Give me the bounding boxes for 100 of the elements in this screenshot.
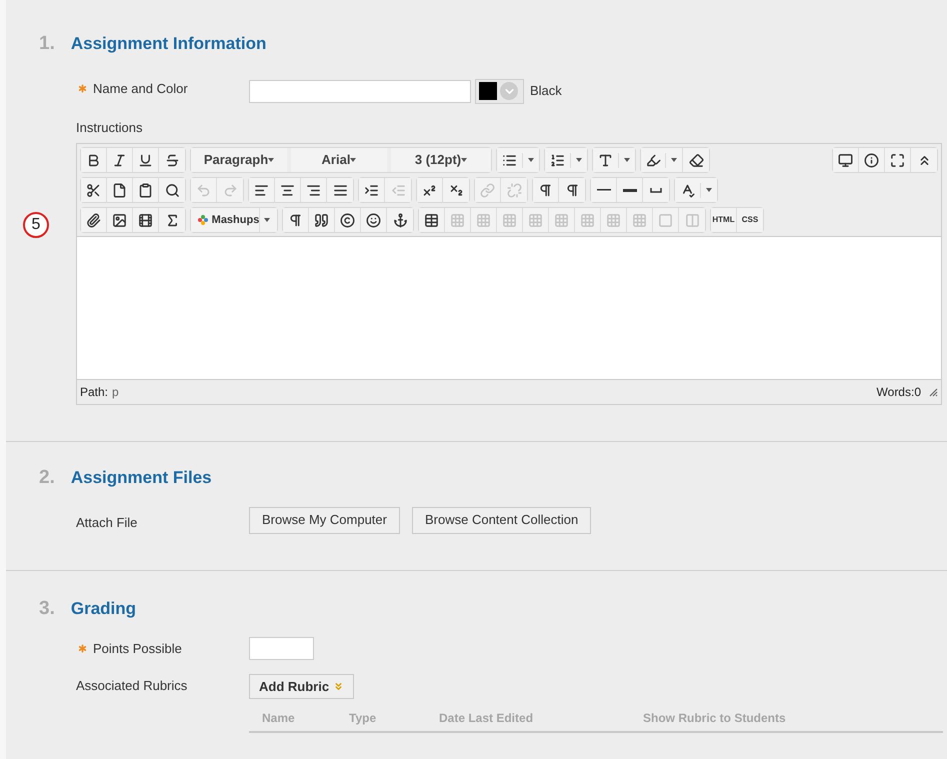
monitor-button[interactable] [833,148,859,172]
unlink-icon [506,182,522,198]
link-icon [480,182,495,198]
pilcrow-button[interactable] [533,178,559,202]
italic-icon [112,152,127,168]
field-label: Points Possible [93,640,182,658]
table-cells-icon [476,212,491,228]
highlighter-dropdown[interactable] [641,148,683,172]
pilcrow-icon [538,182,553,198]
caret-icon [461,158,468,162]
double-chevron-icon [333,681,344,692]
square-icon [658,212,673,228]
fullscreen-button[interactable] [885,148,911,172]
caret-icon [671,158,678,162]
pilcrow-icon [564,182,580,198]
pilcrow-button[interactable] [283,208,309,232]
bold-icon [86,152,101,168]
format-select[interactable]: Paragraph [191,148,291,172]
name-field[interactable] [249,80,471,102]
undo-icon [196,182,211,198]
step-badge: 5 [23,212,49,238]
image-icon [112,212,127,228]
field-label: Attach File [76,514,138,532]
indent-button[interactable] [359,178,385,202]
resize-handle-icon[interactable] [929,388,938,396]
paperclip-button[interactable] [81,208,107,232]
align-center-icon [280,182,295,198]
caret-icon [268,158,274,162]
caret-icon [528,158,534,162]
fullscreen-icon [890,152,905,168]
superscript-button[interactable] [417,178,443,202]
info-button[interactable] [859,148,885,172]
caret-icon [264,218,270,222]
clipboard-icon [138,182,153,198]
path-value: p [112,384,119,401]
bold-button[interactable] [81,148,107,172]
eraser-icon [688,152,704,168]
line-icon [596,189,610,191]
table-cells-icon [554,212,569,228]
search-icon [164,182,180,198]
browse-button[interactable]: Browse Content Collection [412,506,592,534]
collapse-button[interactable] [911,148,937,172]
paperclip-icon [86,212,101,228]
line-button[interactable] [591,178,617,202]
points-field[interactable] [249,637,314,660]
scissors-icon [86,182,101,198]
add-rubric-button[interactable]: Add Rubric [249,674,354,699]
page-icon [112,182,127,198]
table-cells-icon [632,212,647,228]
align-left-icon [254,182,269,198]
film-icon [138,212,153,228]
table-cells-icon [606,212,621,228]
table-button[interactable] [419,208,445,232]
caret-icon [350,158,356,162]
monitor-icon [838,152,853,168]
caret-icon [706,188,712,192]
step-number: 2. [39,466,55,490]
column-header: Type [349,710,378,727]
align-right-icon [306,182,321,198]
spellcheck-icon [680,182,695,198]
chevron-icon [500,82,518,100]
caret-icon [624,158,630,162]
pilcrow-icon [288,212,303,228]
redo-icon [222,182,238,198]
info-icon [864,152,879,168]
anchor-icon [392,212,408,228]
align-justify-icon [332,182,348,198]
code-button[interactable]: HTML [711,208,737,232]
column-header: Name [261,710,296,727]
quote-icon [314,212,329,228]
text-color-icon [598,152,613,168]
numbered-list-icon [550,152,565,168]
color-name: Black [530,82,562,100]
underline-icon [138,152,153,168]
mashups-dropdown[interactable]: Mashups [191,208,277,232]
color-picker[interactable] [475,78,524,104]
strikethrough-icon [164,152,180,168]
outdent-icon [390,182,406,198]
dots-icon [198,215,208,225]
word-count: Words:0 [876,384,921,401]
copyright-icon [340,212,355,228]
section-title: Assignment Files [70,467,212,489]
field-label: Name and Color [93,80,188,98]
field-label: Instructions [76,118,142,136]
subscript-icon [448,182,464,198]
highlighter-icon [646,152,661,168]
align-left-button[interactable] [249,178,275,202]
table-cells-icon [502,212,517,228]
smiley-icon [366,212,381,228]
color-swatch [479,82,497,100]
bullet-list-icon [502,152,517,168]
caret-icon [576,158,582,162]
table-icon [424,212,439,228]
section-title: Assignment Information [70,33,266,55]
field-label: Associated Rubrics [76,677,188,695]
indent-icon [364,182,379,198]
space-icon [650,188,662,192]
browse-button[interactable]: Browse My Computer [249,506,400,534]
table-cells-icon [528,212,543,228]
scissors-button[interactable] [81,178,107,202]
